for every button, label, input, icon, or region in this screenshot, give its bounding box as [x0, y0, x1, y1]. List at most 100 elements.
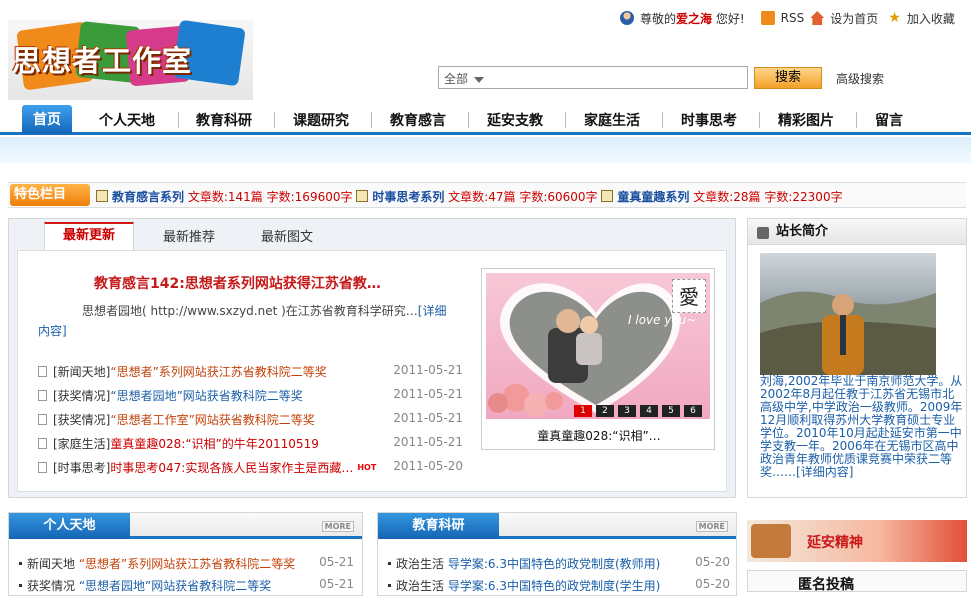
more-button[interactable]: MORE	[695, 521, 728, 532]
search-button[interactable]: 搜索	[754, 67, 822, 89]
tab-latest-updates[interactable]: 最新更新	[44, 222, 134, 250]
nav-item-research[interactable]: 教育科研	[196, 110, 252, 130]
search-box[interactable]: 全部	[438, 66, 748, 89]
nav-item-projects[interactable]: 课题研究	[293, 110, 349, 130]
greeting: 尊敬的爱之海 您好!	[640, 11, 745, 26]
webmaster-profile: 站长简介 刘海,2002年毕业于南京师范大学。从2002年8月起任教于江苏省无锡…	[747, 218, 967, 498]
profile-text: 刘海,2002年毕业于南京师范大学。从2002年8月起任教于江苏省无锡市北高级中…	[760, 374, 963, 479]
slide-page-1[interactable]: 1	[574, 405, 592, 417]
special-item-chars: 字数:60600字	[519, 190, 598, 204]
panel-header: 教育科研 MORE	[378, 513, 736, 539]
nav-item-thoughts[interactable]: 教育感言	[390, 110, 446, 130]
bullet-icon	[388, 562, 391, 565]
nav-item-current[interactable]: 时事思考	[681, 110, 737, 130]
nav-separator	[468, 112, 469, 128]
slide-page-4[interactable]: 4	[640, 405, 658, 417]
bullet-icon	[388, 584, 391, 587]
latest-content: 教育感言142:思想者系列网站获得江苏省教… 思想者园地( http://www…	[17, 250, 727, 492]
featured-photo[interactable]: 愛 I love you~ 1 2 3 4 5 6	[486, 273, 710, 419]
profile-detail-link[interactable]: [详细内容]	[796, 465, 853, 479]
bullet-icon	[19, 584, 22, 587]
headline-link[interactable]: 教育感言142:思想者系列网站获得江苏省教…	[94, 273, 381, 293]
panel-title[interactable]: 个人天地	[9, 513, 130, 539]
document-icon	[38, 390, 47, 401]
list-item[interactable]: [获奖情况]“思想者园地”网站获省教科院二等奖 2011-05-21	[38, 387, 463, 407]
star-icon: ★	[888, 10, 901, 26]
special-item-articles: 文章数:47篇	[448, 190, 516, 204]
nav-item-photos[interactable]: 精彩图片	[778, 110, 834, 130]
photo-caption-overlay: I love you~	[628, 313, 697, 327]
research-panel: 教育科研 MORE 政治生活 导学案:6.3中国特色的政党制度(教师用) 05-2…	[377, 512, 737, 596]
banner-figure	[751, 524, 791, 558]
special-item-chars: 字数:22300字	[764, 190, 843, 204]
special-item-name[interactable]: 教育感言系列	[112, 190, 184, 204]
panel-title[interactable]: 教育科研	[378, 513, 499, 539]
profile-header: 站长简介	[748, 219, 966, 245]
collapse-icon[interactable]	[757, 227, 769, 239]
photo-caption[interactable]: 童真童趣028:“识相”…	[482, 427, 716, 444]
home-icon	[810, 11, 825, 25]
advanced-search-link[interactable]: 高级搜索	[836, 70, 884, 87]
special-items: 教育感言系列 文章数:141篇 字数:169600字 时事思考系列 文章数:47…	[96, 188, 843, 205]
book-icon	[96, 190, 108, 202]
book-icon	[356, 190, 369, 202]
special-item-articles: 文章数:28篇	[693, 190, 761, 204]
profile-photo	[760, 253, 936, 375]
slide-page-6[interactable]: 6	[684, 405, 702, 417]
list-item[interactable]: 政治生活 导学案:6.3中国特色的政党制度(教师用) 05-20	[388, 555, 730, 575]
tab-recommended[interactable]: 最新推荐	[163, 226, 215, 245]
nav-separator	[565, 112, 566, 128]
logo-text: 思想者工作室	[12, 44, 193, 78]
nav-item-home[interactable]: 首页	[22, 105, 72, 134]
document-icon	[38, 366, 47, 377]
latest-panel: 最新更新 最新推荐 最新图文 教育感言142:思想者系列网站获得江苏省教… 思想…	[8, 218, 736, 498]
rss-icon	[760, 11, 775, 25]
book-icon	[601, 190, 614, 202]
nav-separator	[662, 112, 663, 128]
list-item[interactable]: 政治生活 导学案:6.3中国特色的政党制度(学生用) 05-20	[388, 577, 730, 597]
banner-text: 延安精神	[807, 535, 863, 551]
nav-separator	[274, 112, 275, 128]
featured-photo-box: 愛 I love you~ 1 2 3 4 5 6 童真童趣028:“识相”…	[481, 268, 715, 450]
document-icon	[38, 414, 47, 425]
panel-header: 个人天地 MORE	[9, 513, 362, 539]
rss-link[interactable]: RSS	[781, 11, 805, 25]
list-item[interactable]: 获奖情况 “思想者园地”网站获省教科院二等奖 05-21	[19, 577, 354, 597]
nav-item-yanan[interactable]: 延安支教	[487, 110, 543, 130]
list-item[interactable]: [获奖情况]“思想者工作室”网站获省教科院二等奖 2011-05-21	[38, 411, 463, 431]
bullet-icon	[19, 562, 22, 565]
special-item-name[interactable]: 童真童趣系列	[617, 190, 689, 204]
nav-separator	[856, 112, 857, 128]
list-item[interactable]: 新闻天地 “思想者”系列网站获江苏省教科院二等奖 05-21	[19, 555, 354, 575]
special-item-articles: 文章数:141篇	[187, 190, 263, 204]
nav-item-personal[interactable]: 个人天地	[99, 110, 155, 130]
list-item[interactable]: [新闻天地]“思想者”系列网站获江苏省教科院二等奖 2011-05-21	[38, 363, 463, 383]
user-icon	[620, 11, 634, 25]
anonymous-submit-box[interactable]: 匿名投稿	[747, 570, 967, 593]
slide-page-5[interactable]: 5	[662, 405, 680, 417]
personal-panel: 个人天地 MORE 新闻天地 “思想者”系列网站获江苏省教科院二等奖 05-21 …	[8, 512, 363, 596]
username[interactable]: 爱之海	[676, 12, 712, 26]
special-item-name[interactable]: 时事思考系列	[372, 190, 444, 204]
special-item-chars: 字数:169600字	[266, 190, 353, 204]
top-bar: 尊敬的爱之海 您好! RSS 设为首页 ★ 加入收藏	[620, 9, 955, 27]
yanan-spirit-banner[interactable]: 延安精神	[747, 520, 967, 562]
list-item[interactable]: [时事思考]时事思考047:实现各族人民当家作主是西藏… HOT 2011-05-2…	[38, 459, 463, 479]
search-scope-select[interactable]: 全部	[444, 70, 485, 87]
list-item[interactable]: [家庭生活]童真童趣028:“识相”的牛年20110519 2011-05-21	[38, 435, 463, 455]
chevron-down-icon	[474, 76, 485, 83]
nav-separator	[371, 112, 372, 128]
add-favorite-link[interactable]: 加入收藏	[907, 10, 955, 27]
profile-photo-graphic	[760, 291, 936, 375]
special-label: 特色栏目	[10, 184, 90, 206]
nav-separator	[759, 112, 760, 128]
nav-item-guestbook[interactable]: 留言	[875, 110, 903, 130]
slide-page-2[interactable]: 2	[596, 405, 614, 417]
hot-badge: HOT	[357, 463, 377, 472]
nav-item-family[interactable]: 家庭生活	[584, 110, 640, 130]
tab-latest-pictures[interactable]: 最新图文	[261, 226, 313, 245]
more-button[interactable]: MORE	[321, 521, 354, 532]
set-home-link[interactable]: 设为首页	[830, 10, 878, 27]
slide-page-3[interactable]: 3	[618, 405, 636, 417]
site-logo[interactable]: 思想者工作室	[8, 19, 253, 100]
